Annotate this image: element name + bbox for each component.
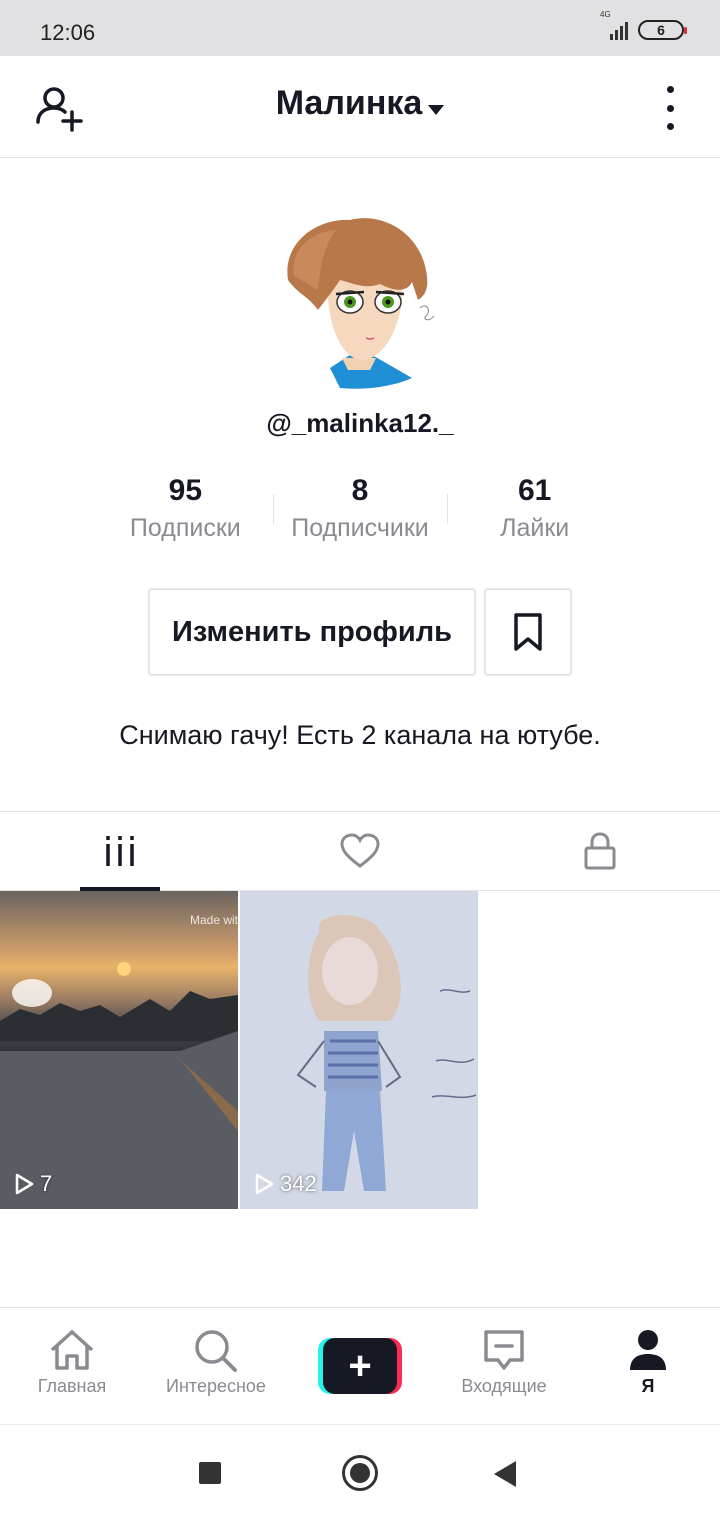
tab-private[interactable] xyxy=(480,812,720,890)
nav-label: Входящие xyxy=(461,1376,547,1396)
nav-label: Я xyxy=(641,1376,655,1396)
nav-label: Интересное xyxy=(166,1376,266,1396)
play-icon xyxy=(255,1173,274,1195)
stat-value: 8 xyxy=(351,474,369,507)
view-count-value: 342 xyxy=(280,1171,317,1196)
video-thumbnail[interactable]: 342 xyxy=(240,891,478,1209)
caret-down-icon xyxy=(428,104,445,115)
content-tabs xyxy=(0,811,720,891)
watermark-text: Made wit xyxy=(189,913,238,927)
heart-icon xyxy=(340,833,380,868)
bottom-nav: Главная Интересное + Входящие Я xyxy=(0,1307,720,1424)
stat-following[interactable]: 95 Подписки xyxy=(98,472,273,552)
stat-label: Подписчики xyxy=(291,514,429,542)
search-icon xyxy=(195,1330,237,1372)
more-options-icon[interactable] xyxy=(660,86,680,130)
lock-icon xyxy=(584,832,616,870)
battery-icon: 6 xyxy=(638,20,687,40)
stat-label: Подписки xyxy=(129,514,241,542)
nav-home[interactable]: Главная xyxy=(0,1308,144,1424)
drawing-image xyxy=(296,915,477,1191)
network-label: 4G xyxy=(600,10,611,19)
plus-icon: + xyxy=(323,1338,397,1394)
tab-liked[interactable] xyxy=(240,812,480,890)
nav-create[interactable]: + xyxy=(288,1308,432,1424)
view-count: 342 xyxy=(254,1171,317,1197)
profile-bio: Снимаю гачу! Есть 2 канала на ютубе. xyxy=(119,720,601,750)
battery-level: 6 xyxy=(657,22,665,38)
favorites-button[interactable] xyxy=(484,588,572,676)
play-icon xyxy=(15,1173,34,1195)
view-count-value: 7 xyxy=(40,1171,53,1196)
stat-value: 95 xyxy=(168,474,203,507)
edit-profile-button[interactable]: Изменить профиль xyxy=(148,588,476,676)
recents-icon[interactable] xyxy=(199,1462,221,1484)
stat-value: 61 xyxy=(517,474,552,507)
nav-discover[interactable]: Интересное xyxy=(144,1308,288,1424)
home-icon xyxy=(50,1330,94,1370)
username: @_malinka12._ xyxy=(266,408,454,438)
nav-profile[interactable]: Я xyxy=(576,1308,720,1424)
back-icon[interactable] xyxy=(494,1461,516,1487)
stat-likes[interactable]: 61 Лайки xyxy=(447,472,622,552)
profile-icon xyxy=(630,1330,666,1370)
bookmark-icon xyxy=(514,613,542,651)
tab-videos[interactable] xyxy=(0,812,240,891)
profile-header: Малинка xyxy=(0,56,720,158)
stat-label: Лайки xyxy=(500,514,570,542)
nav-inbox[interactable]: Входящие xyxy=(432,1308,576,1424)
profile-stats: 95 Подписки 8 Подписчики 61 Лайки xyxy=(98,472,622,552)
grid-icon xyxy=(106,836,134,866)
video-thumbnail[interactable]: Made wit 7 xyxy=(0,891,238,1209)
view-count: 7 xyxy=(14,1171,52,1197)
page-title: Малинка xyxy=(275,84,423,122)
home-button-icon[interactable] xyxy=(342,1455,378,1491)
inbox-icon xyxy=(484,1330,524,1370)
create-button[interactable]: + xyxy=(318,1338,402,1394)
avatar[interactable] xyxy=(280,210,440,390)
system-nav-bar xyxy=(0,1424,720,1520)
status-bar: 12:06 4G 6 xyxy=(0,0,720,56)
status-time: 12:06 xyxy=(40,20,96,45)
stat-followers[interactable]: 8 Подписчики xyxy=(272,472,448,552)
sunset-image xyxy=(0,962,238,1209)
status-icons: 4G 6 xyxy=(596,10,687,40)
signal-icon: 4G xyxy=(596,10,628,40)
video-grid: Made wit 7 342 xyxy=(0,891,720,1209)
account-switcher[interactable]: Малинка xyxy=(0,84,720,123)
nav-label: Главная xyxy=(37,1376,107,1396)
